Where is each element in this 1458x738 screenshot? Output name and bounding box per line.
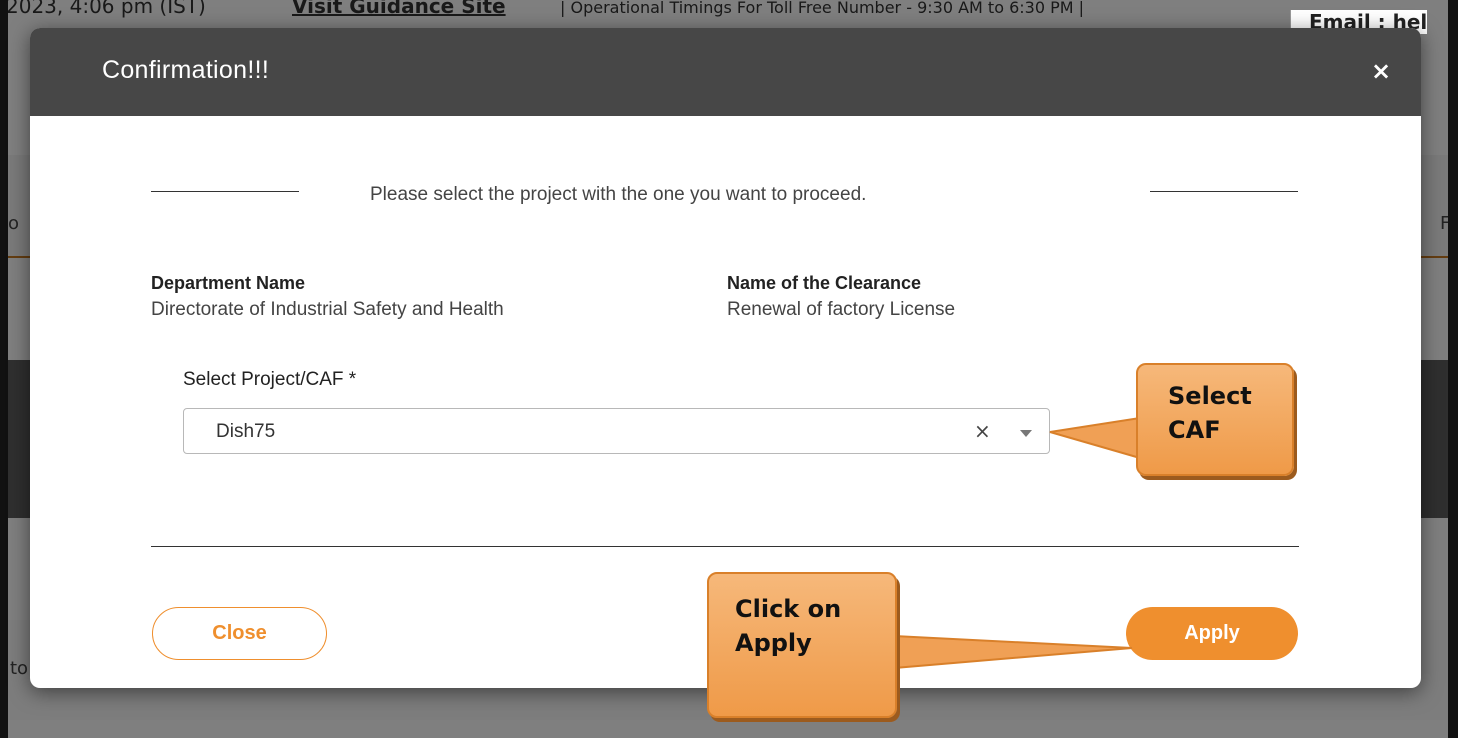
clearance-label: Name of the Clearance [727,273,922,293]
department-label: Department Name [151,273,306,293]
project-select[interactable]: Dish75 × [183,408,1050,454]
department-value: Directorate of Industrial Safety and Hea… [151,299,504,320]
close-button[interactable]: Close [152,607,327,660]
dialog-title: Confirmation!!! [102,56,270,84]
clearance-value: Renewal of factory License [727,299,956,320]
click-apply-callout-text: Click on Apply [735,595,842,657]
select-caf-callout-text: Select CAF [1168,382,1252,444]
instruction-divider-right [1150,191,1298,192]
click-apply-callout: Click on Apply [707,572,897,718]
select-project-label: Select Project/CAF * [183,369,357,390]
apply-button[interactable]: Apply [1126,607,1298,660]
frame-left-border [0,0,8,738]
dialog-header: Confirmation!!! × [30,28,1421,116]
close-icon[interactable]: × [1368,58,1394,84]
select-value: Dish75 [216,421,276,442]
footer-divider [151,546,1299,547]
instruction-divider-left [151,191,299,192]
clear-selection-icon[interactable]: × [974,419,991,443]
instruction-text: Please select the project with the one y… [370,184,867,205]
frame-right-border [1448,0,1458,738]
chevron-down-icon[interactable] [1020,430,1032,437]
select-caf-callout: Select CAF [1136,363,1294,476]
